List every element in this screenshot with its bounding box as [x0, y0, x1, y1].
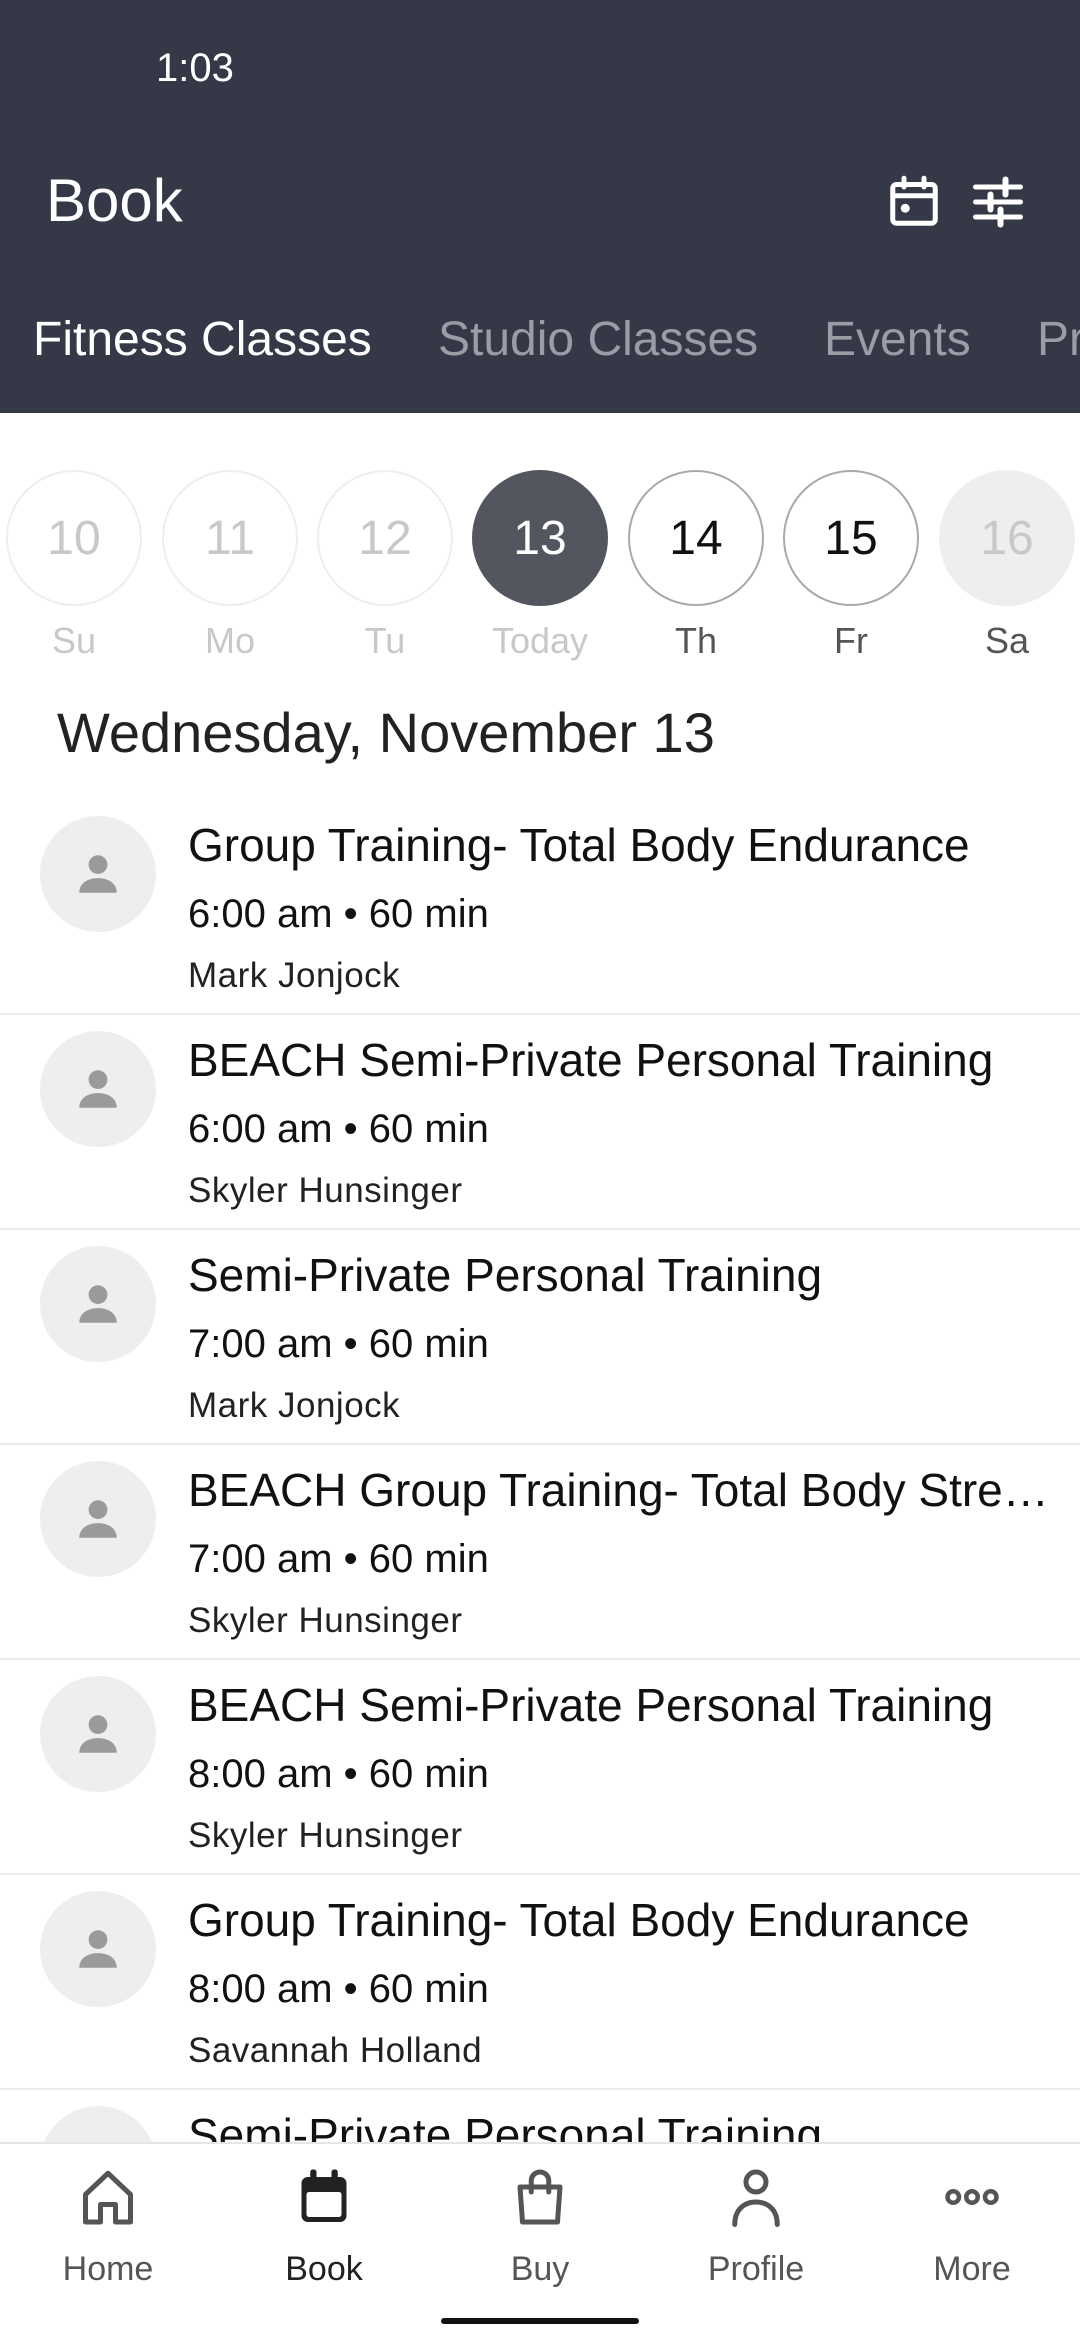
- date-weekday: Sa: [984, 620, 1030, 661]
- tab-fitness-classes[interactable]: Fitness Classes: [33, 312, 372, 367]
- date-weekday: Today: [491, 620, 589, 661]
- class-title: BEACH Semi-Private Personal Training: [188, 1034, 994, 1086]
- class-instructor: Skyler Hunsinger: [188, 1601, 463, 1640]
- avatar: [40, 1031, 156, 1147]
- sliders-icon[interactable]: [968, 172, 1028, 232]
- page-title: Book: [46, 167, 183, 234]
- class-time: 8:00 am • 60 min: [188, 1752, 489, 1796]
- date-heading: Wednesday, November 13: [57, 701, 715, 764]
- nav-label: Book: [285, 2250, 363, 2288]
- class-instructor: Skyler Hunsinger: [188, 1171, 463, 1210]
- avatar: [40, 1246, 156, 1362]
- class-time: 7:00 am • 60 min: [188, 1322, 489, 1366]
- class-title: BEACH Semi-Private Personal Training: [188, 1679, 994, 1731]
- person-icon: [79, 855, 117, 893]
- date-number: 12: [317, 470, 453, 606]
- more-icon: [942, 2164, 1002, 2230]
- date-weekday: Tu: [364, 620, 406, 661]
- date-weekday: Th: [674, 620, 717, 661]
- class-title: BEACH Group Training- Total Body Stre…: [188, 1464, 1049, 1516]
- date-number: 16: [939, 470, 1075, 606]
- person-icon: [79, 1715, 117, 1753]
- date-chip[interactable]: 10 Su: [6, 470, 142, 670]
- class-title: Semi-Private Personal Training: [188, 2109, 823, 2142]
- tab-partial[interactable]: Pr: [1037, 312, 1080, 367]
- nav-label: Profile: [707, 2250, 805, 2288]
- list-item[interactable]: BEACH Semi-Private Personal Training 8:0…: [0, 1660, 1080, 1875]
- class-time: 8:00 am • 60 min: [188, 1967, 489, 2011]
- date-weekday: Mo: [204, 620, 255, 661]
- bag-icon: [510, 2164, 570, 2230]
- date-chip[interactable]: 15 Fr: [783, 470, 919, 670]
- status-time: 1:03: [156, 46, 234, 90]
- nav-home[interactable]: Home: [0, 2164, 216, 2304]
- home-indicator[interactable]: [441, 2318, 639, 2324]
- class-title: Semi-Private Personal Training: [188, 1249, 823, 1301]
- bottom-nav: Home Book Buy Profile More: [0, 2142, 1080, 2340]
- list-item[interactable]: BEACH Group Training- Total Body Stre… 7…: [0, 1445, 1080, 1660]
- nav-book[interactable]: Book: [216, 2164, 432, 2304]
- avatar: [40, 1676, 156, 1792]
- date-number: 10: [6, 470, 142, 606]
- class-title: Group Training- Total Body Endurance: [188, 819, 970, 871]
- date-number: 14: [628, 470, 764, 606]
- nav-label: Home: [62, 2250, 154, 2288]
- class-time: 6:00 am • 60 min: [188, 1107, 489, 1151]
- class-instructor: Mark Jonjock: [188, 956, 401, 995]
- date-weekday: Fr: [834, 620, 868, 661]
- list-item[interactable]: Group Training- Total Body Endurance 8:0…: [0, 1875, 1080, 2090]
- class-list: Group Training- Total Body Endurance 6:0…: [0, 800, 1080, 2142]
- date-chip-selected[interactable]: 13 Today: [472, 470, 608, 670]
- date-strip: 10 Su 11 Mo 12 Tu 13 Today 14 Th 15 Fr 1…: [0, 470, 1080, 670]
- person-icon: [79, 1930, 117, 1968]
- date-chip[interactable]: 12 Tu: [317, 470, 453, 670]
- nav-more[interactable]: More: [864, 2164, 1080, 2304]
- app-header: 1:03 Book Fitness Classes Studio Classes…: [0, 0, 1080, 413]
- nav-label: Buy: [510, 2250, 570, 2288]
- date-number: 13: [472, 470, 608, 606]
- calendar-icon: [294, 2164, 354, 2230]
- avatar: [40, 816, 156, 932]
- calendar-icon[interactable]: [884, 172, 944, 232]
- class-instructor: Savannah Holland: [188, 2031, 483, 2070]
- list-item[interactable]: Semi-Private Personal Training: [0, 2090, 1080, 2142]
- nav-buy[interactable]: Buy: [432, 2164, 648, 2304]
- class-time: 7:00 am • 60 min: [188, 1537, 489, 1581]
- date-number: 15: [783, 470, 919, 606]
- date-weekday: Su: [51, 620, 97, 661]
- nav-label: More: [933, 2250, 1011, 2288]
- person-icon: [79, 1285, 117, 1323]
- class-instructor: Mark Jonjock: [188, 1386, 401, 1425]
- list-item[interactable]: Semi-Private Personal Training 7:00 am •…: [0, 1230, 1080, 1445]
- date-chip[interactable]: 14 Th: [628, 470, 764, 670]
- person-icon: [726, 2164, 786, 2230]
- avatar: [40, 2106, 156, 2142]
- class-instructor: Skyler Hunsinger: [188, 1816, 463, 1855]
- nav-profile[interactable]: Profile: [648, 2164, 864, 2304]
- class-time: 6:00 am • 60 min: [188, 892, 489, 936]
- avatar: [40, 1891, 156, 2007]
- list-item[interactable]: Group Training- Total Body Endurance 6:0…: [0, 800, 1080, 1015]
- person-icon: [79, 1070, 117, 1108]
- date-number: 11: [162, 470, 298, 606]
- list-item[interactable]: BEACH Semi-Private Personal Training 6:0…: [0, 1015, 1080, 1230]
- person-icon: [79, 1500, 117, 1538]
- class-title: Group Training- Total Body Endurance: [188, 1894, 970, 1946]
- tab-studio-classes[interactable]: Studio Classes: [438, 312, 758, 367]
- avatar: [40, 1461, 156, 1577]
- tab-events[interactable]: Events: [824, 312, 971, 367]
- date-chip[interactable]: 11 Mo: [162, 470, 298, 670]
- category-tabs: Fitness Classes Studio Classes Events Pr: [0, 312, 1080, 382]
- date-chip[interactable]: 16 Sa: [939, 470, 1075, 670]
- home-icon: [78, 2164, 138, 2230]
